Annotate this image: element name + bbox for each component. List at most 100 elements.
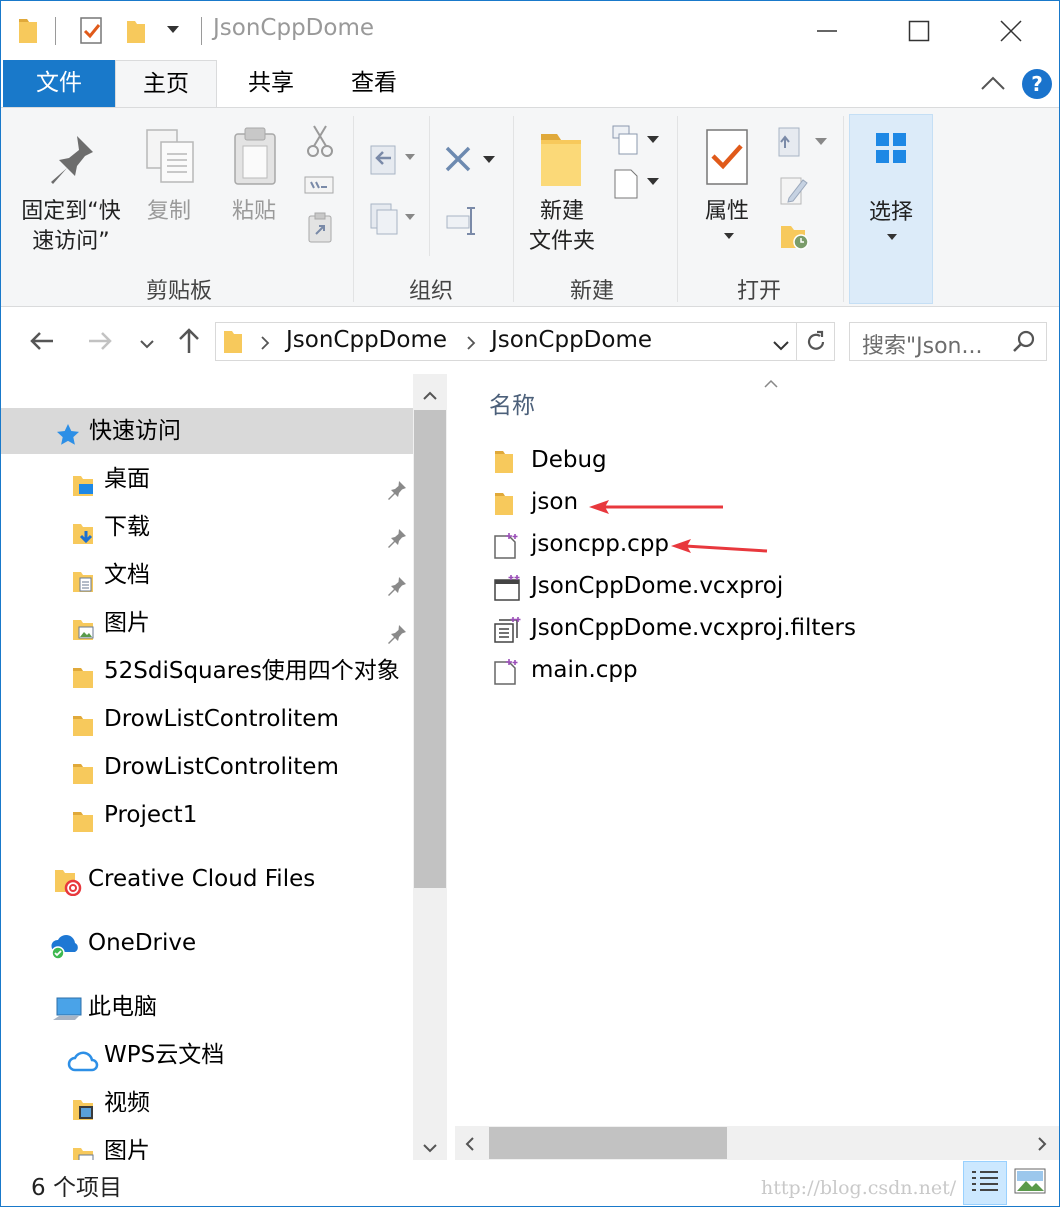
move-to-icon[interactable]: [369, 142, 417, 180]
new-folder-label-line2: 文件夹: [528, 229, 595, 254]
nav-item-folder[interactable]: Project1: [1, 792, 413, 838]
nav-label: 视频: [104, 1090, 150, 1116]
nav-item-folder[interactable]: DrowListControlitem: [1, 696, 413, 742]
nav-label: DrowListControlitem: [104, 706, 339, 732]
address-row: JsonCppDome JsonCppDome 搜索"Json...: [1, 308, 1059, 374]
nav-label: Creative Cloud Files: [88, 866, 316, 892]
open-group-label: 打开: [736, 279, 781, 304]
nav-item-documents[interactable]: 文档: [1, 552, 413, 598]
column-header-name[interactable]: 名称: [489, 386, 535, 420]
history-icon[interactable]: [779, 220, 811, 256]
close-button[interactable]: [965, 1, 1057, 60]
refresh-button[interactable]: [797, 322, 835, 361]
rename-icon[interactable]: [445, 206, 479, 240]
pin-label-line1: 固定到“快: [21, 199, 121, 224]
chevron-down-icon[interactable]: [165, 21, 181, 41]
pin-icon: [49, 132, 97, 188]
nav-creative-cloud[interactable]: Creative Cloud Files: [1, 856, 413, 902]
nav-quick-access[interactable]: 快速访问: [1, 408, 413, 454]
divider: [55, 17, 56, 45]
maximize-icon: [908, 20, 930, 41]
scroll-up-icon[interactable]: [423, 386, 437, 405]
sort-ascending-icon: [763, 374, 779, 393]
nav-item-folder[interactable]: DrowListControlitem: [1, 744, 413, 790]
cpp-file-icon: [493, 532, 519, 573]
delete-icon[interactable]: [443, 144, 497, 180]
tab-home[interactable]: 主页: [115, 60, 217, 108]
chevron-right-icon[interactable]: [466, 335, 476, 354]
scroll-left-icon[interactable]: [465, 1136, 475, 1155]
copy-to-icon[interactable]: [369, 202, 417, 240]
vcxproj-file-icon: [493, 574, 521, 615]
breadcrumb-segment[interactable]: JsonCppDome: [286, 327, 447, 353]
new-item-icon[interactable]: [611, 124, 661, 160]
edit-icon[interactable]: [779, 174, 809, 210]
nav-item-pictures[interactable]: 图片: [1, 600, 413, 646]
cpp-file-icon: [493, 658, 519, 699]
annotation-arrow: [671, 539, 768, 553]
easy-access-icon[interactable]: [611, 166, 661, 204]
search-input[interactable]: 搜索"Json...: [849, 322, 1047, 361]
file-name: jsoncpp.cpp: [531, 531, 670, 557]
cut-icon[interactable]: [307, 124, 333, 162]
file-name: Debug: [531, 447, 607, 473]
folder-icon: [493, 448, 515, 488]
collapse-ribbon-icon[interactable]: [979, 72, 1007, 96]
maximize-button[interactable]: [873, 1, 965, 60]
back-icon[interactable]: [29, 330, 55, 356]
nav-label: 图片: [104, 1138, 150, 1160]
large-icons-view-button[interactable]: [1009, 1161, 1053, 1205]
navigation-pane: 快速访问 桌面 下载 文档 图片 52SdiSquares使用四个对象 Drow…: [1, 374, 447, 1160]
recent-locations-icon[interactable]: [139, 336, 155, 355]
search-icon: [1012, 330, 1036, 358]
window-title: JsonCppDome: [213, 15, 375, 41]
nav-onedrive[interactable]: OneDrive: [1, 920, 413, 966]
organize-group-label: 组织: [408, 279, 453, 304]
folder-icon: [222, 329, 244, 359]
file-name: JsonCppDome.vcxproj: [531, 573, 784, 599]
divider: [843, 116, 844, 302]
nav-this-pc[interactable]: 此电脑: [1, 984, 413, 1030]
scrollbar-thumb[interactable]: [489, 1127, 727, 1159]
scroll-right-icon[interactable]: [1037, 1136, 1047, 1155]
tab-file[interactable]: 文件: [3, 60, 115, 107]
scrollbar-thumb[interactable]: [414, 410, 446, 888]
open-icon[interactable]: [777, 126, 829, 164]
folder-icon: [493, 490, 515, 530]
divider: [677, 116, 678, 302]
divider: [429, 116, 430, 256]
forward-icon[interactable]: [87, 330, 113, 356]
nav-item-desktop[interactable]: 桌面: [1, 456, 413, 502]
up-icon[interactable]: [177, 328, 201, 358]
nav-item-folder[interactable]: 52SdiSquares使用四个对象: [1, 648, 413, 694]
address-bar[interactable]: JsonCppDome JsonCppDome: [215, 322, 797, 361]
nav-label: 52SdiSquares使用四个对象: [104, 658, 400, 684]
nav-label: 桌面: [104, 466, 150, 492]
chevron-right-icon[interactable]: [260, 335, 270, 354]
tab-share[interactable]: 共享: [221, 60, 321, 107]
large-icons-view-icon: [1014, 1168, 1046, 1194]
details-view-button[interactable]: [963, 1161, 1007, 1205]
nav-label: 快速访问: [89, 418, 181, 444]
status-bar: 6 个项目 http://blog.csdn.net/: [1, 1160, 1059, 1206]
clipboard-group-label: 剪贴板: [145, 279, 212, 304]
select-button[interactable]: 选择: [849, 114, 933, 304]
new-folder-icon[interactable]: [125, 15, 147, 49]
breadcrumb-segment[interactable]: JsonCppDome: [491, 327, 652, 353]
chevron-down-icon[interactable]: [772, 337, 790, 356]
filters-file-icon: [493, 616, 521, 657]
paste-shortcut-icon[interactable]: [307, 212, 333, 248]
nav-item-wps-cloud[interactable]: WPS云文档: [1, 1032, 413, 1078]
properties-icon[interactable]: [79, 15, 105, 49]
scroll-down-icon[interactable]: [423, 1138, 437, 1157]
file-name: json: [531, 489, 579, 515]
nav-item-pictures[interactable]: 图片: [1, 1128, 413, 1160]
nav-label: DrowListControlitem: [104, 754, 339, 780]
tab-view[interactable]: 查看: [323, 60, 425, 107]
help-icon[interactable]: ?: [1022, 69, 1052, 99]
copy-path-icon[interactable]: [303, 174, 335, 200]
nav-label: 文档: [104, 562, 150, 588]
nav-item-downloads[interactable]: 下载: [1, 504, 413, 550]
nav-item-videos[interactable]: 视频: [1, 1080, 413, 1126]
minimize-button[interactable]: [781, 1, 873, 60]
